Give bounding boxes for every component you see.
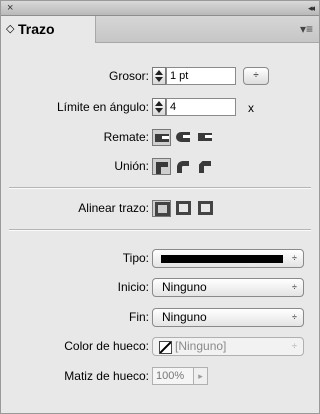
limite-suffix: x (248, 101, 254, 115)
stepper-down-icon (155, 77, 163, 82)
divider (9, 187, 311, 189)
join-miter-icon (156, 162, 168, 174)
tab-trazo[interactable]: ◇ Trazo (1, 16, 96, 43)
remate-label: Remate: (103, 130, 149, 144)
matiz-hueco-label: Matiz de hueco: (64, 369, 149, 383)
close-icon[interactable]: × (7, 1, 13, 15)
grosor-input[interactable]: 1 pt (166, 67, 236, 85)
limite-stepper[interactable] (152, 98, 166, 116)
row-inicio: Inicio: Ninguno ÷ (1, 276, 319, 300)
align-inside-icon (176, 201, 191, 215)
inicio-value: Ninguno (162, 280, 207, 294)
collapse-icon[interactable]: ◂◂ (308, 1, 315, 15)
join-round-icon (177, 161, 189, 173)
line-type-preview (161, 255, 283, 263)
row-color-hueco: Color de hueco: [Ninguno] ÷ (1, 335, 319, 359)
limite-input[interactable]: 4 (166, 98, 236, 116)
color-hueco-select[interactable]: [Ninguno] ÷ (152, 337, 304, 356)
fin-label: Fin: (128, 310, 149, 324)
stepper-up-icon (155, 70, 163, 75)
row-union: Unión: (1, 155, 319, 179)
cap-round-icon (176, 132, 190, 142)
select-arrows-icon: ÷ (292, 312, 297, 322)
align-center-button[interactable] (152, 200, 171, 217)
align-outside-button[interactable] (196, 200, 215, 217)
align-outside-icon (198, 201, 213, 215)
inicio-select[interactable]: Ninguno ÷ (152, 278, 304, 297)
panel-menu-icon[interactable]: ▾≡ (300, 22, 313, 36)
none-swatch-icon (159, 341, 172, 354)
align-center-icon (155, 202, 170, 216)
row-limite: Límite en ángulo: 4 x (1, 96, 319, 120)
select-arrows-icon: ÷ (292, 282, 297, 292)
tab-title: Trazo (18, 21, 55, 37)
grosor-stepper[interactable] (152, 67, 166, 85)
stepper-down-icon (155, 108, 163, 113)
row-grosor: Grosor: 1 pt ÷ (1, 65, 319, 89)
cap-butt-icon (155, 134, 169, 142)
tipo-label: Tipo: (122, 251, 149, 265)
row-fin: Fin: Ninguno ÷ (1, 306, 319, 330)
row-remate: Remate: (1, 126, 319, 150)
divider (9, 229, 311, 231)
matiz-hueco-input[interactable]: 100% (152, 367, 194, 385)
stroke-panel: × ◂◂ ◇ Trazo ▾≡ Grosor: 1 pt ÷ Límite en… (0, 0, 320, 414)
join-bevel-button[interactable] (196, 158, 215, 175)
tipo-select[interactable]: ÷ (152, 249, 304, 268)
matiz-hueco-arrow-button[interactable]: ▸ (194, 367, 208, 385)
row-alinear: Alinear trazo: (1, 197, 319, 221)
join-bevel-icon (199, 161, 211, 173)
fin-select[interactable]: Ninguno ÷ (152, 308, 304, 327)
row-matiz-hueco: Matiz de hueco: 100% ▸ (1, 365, 319, 389)
cap-round-button[interactable] (174, 129, 193, 146)
panel-titlebar: × ◂◂ (1, 1, 319, 16)
grosor-popup-button[interactable]: ÷ (243, 67, 269, 85)
select-arrows-icon: ÷ (292, 341, 297, 351)
select-arrows-icon: ÷ (292, 253, 297, 263)
cap-projecting-button[interactable] (196, 129, 215, 146)
alinear-label: Alinear trazo: (78, 201, 149, 215)
cap-projecting-icon (198, 133, 212, 141)
panel-tab-row: ◇ Trazo ▾≡ (1, 16, 319, 43)
join-miter-button[interactable] (152, 158, 171, 175)
row-tipo: Tipo: ÷ (1, 247, 319, 271)
limite-label: Límite en ángulo: (56, 100, 149, 114)
tab-expand-icon: ◇ (6, 23, 15, 35)
union-label: Unión: (114, 159, 149, 173)
grosor-label: Grosor: (108, 69, 149, 83)
color-hueco-label: Color de hueco: (64, 339, 149, 353)
color-hueco-value: [Ninguno] (175, 339, 227, 353)
align-inside-button[interactable] (174, 200, 193, 217)
stepper-up-icon (155, 101, 163, 106)
join-round-button[interactable] (174, 158, 193, 175)
cap-butt-button[interactable] (152, 129, 171, 146)
inicio-label: Inicio: (117, 280, 149, 294)
fin-value: Ninguno (162, 310, 207, 324)
